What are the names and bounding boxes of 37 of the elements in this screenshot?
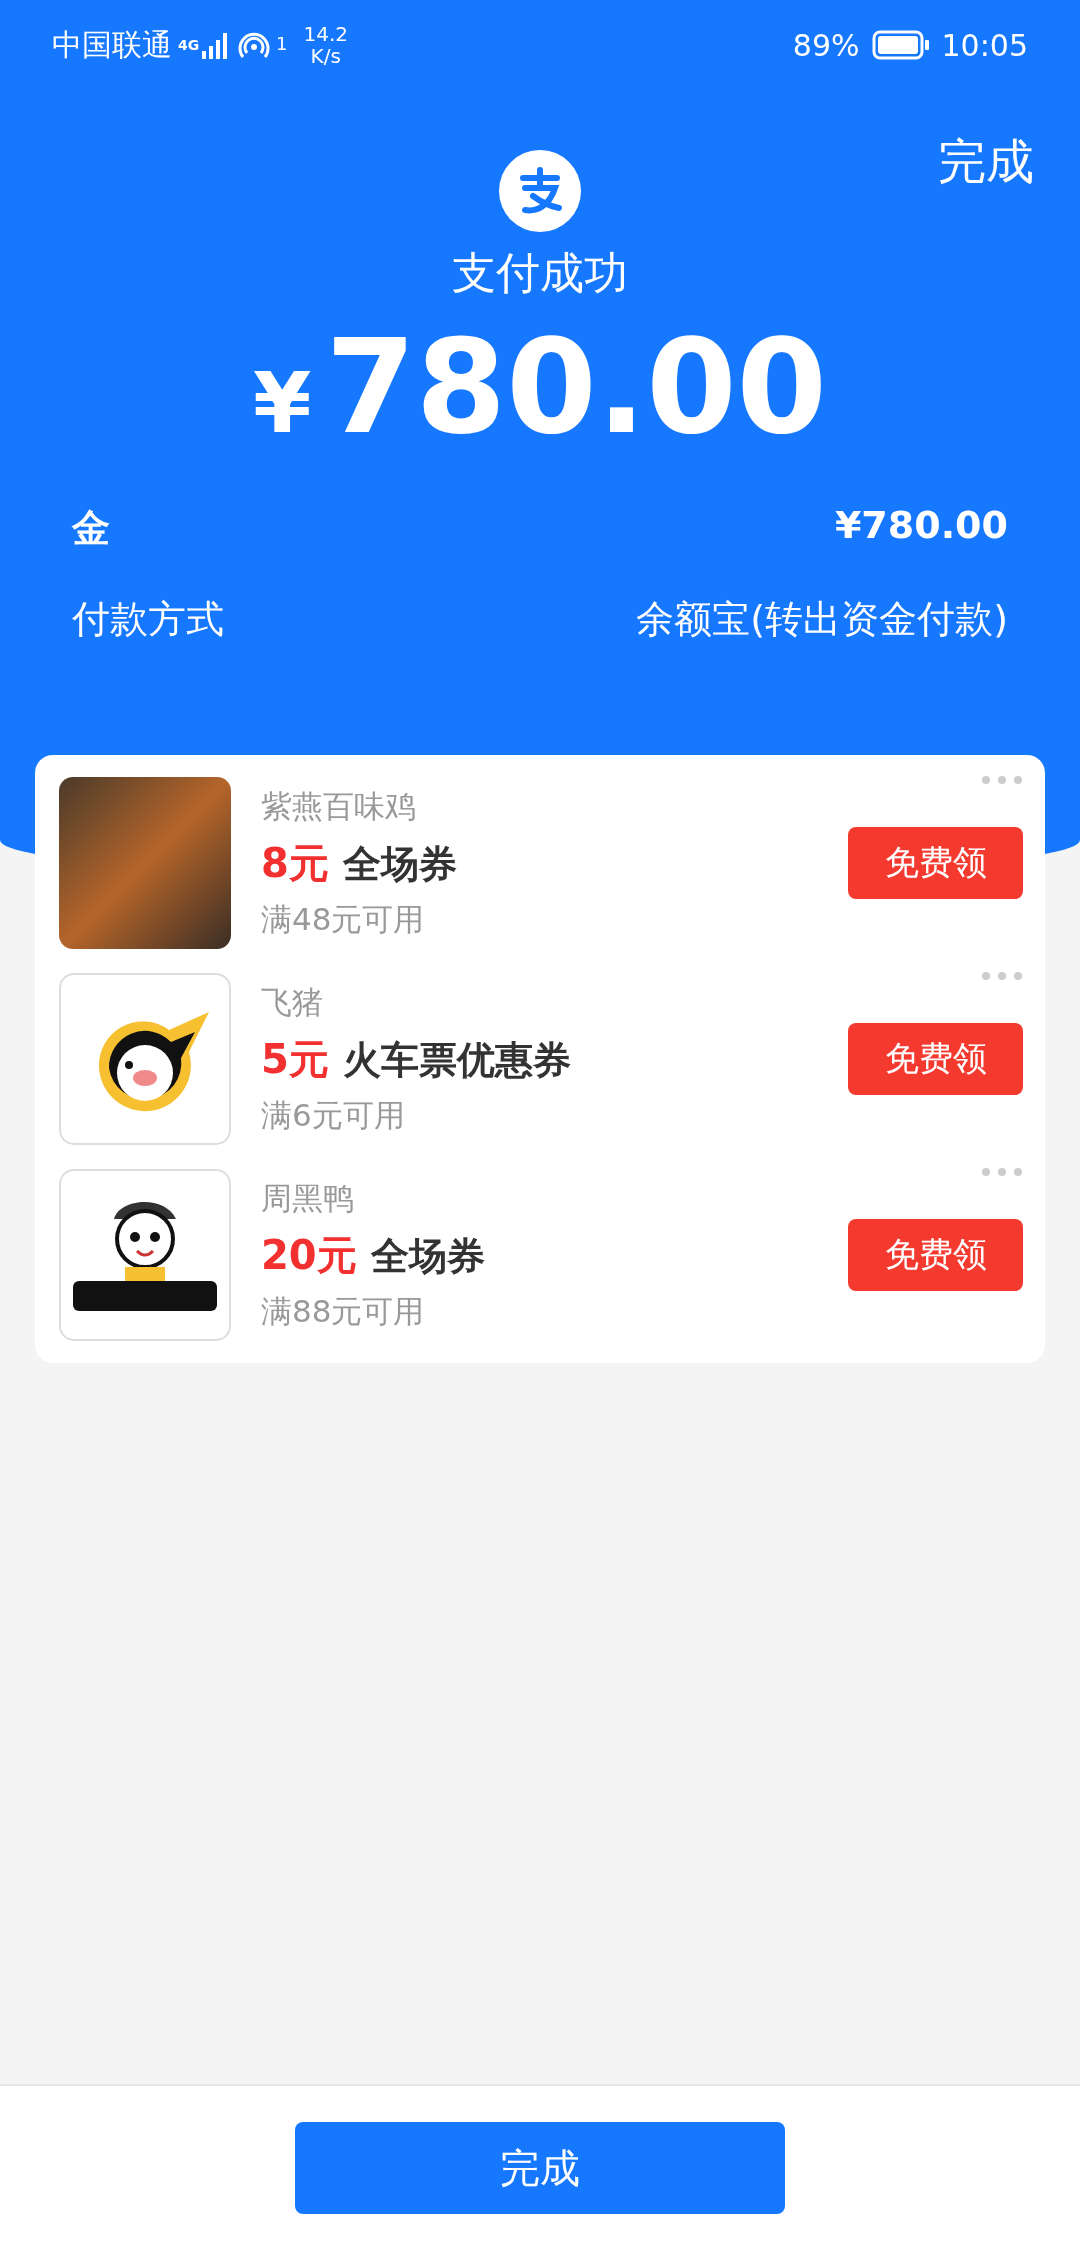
hotspot-count: 1 bbox=[276, 33, 288, 54]
more-icon[interactable] bbox=[981, 971, 1023, 981]
pig-logo-icon bbox=[59, 973, 231, 1145]
coupon-condition: 满88元可用 bbox=[261, 1291, 426, 1331]
more-icon[interactable] bbox=[981, 775, 1023, 785]
coupon-value: 8元 bbox=[261, 838, 329, 888]
carrier-name: 中国联通 bbox=[52, 25, 172, 64]
merchant-name: 飞猪 bbox=[261, 982, 324, 1022]
merchant-name: 周黑鸭 bbox=[261, 1178, 355, 1218]
battery-icon bbox=[871, 30, 930, 60]
battery-percent: 89% bbox=[792, 27, 860, 63]
detail-value: ¥780.00 bbox=[834, 503, 1008, 549]
claim-button[interactable]: 免费领 bbox=[848, 827, 1023, 899]
coupon-value: 20元 bbox=[261, 1230, 357, 1280]
merchant-name: 紫燕百味鸡 bbox=[261, 786, 417, 826]
coupon-condition: 满6元可用 bbox=[261, 1095, 406, 1135]
cartoon-boy-logo-icon bbox=[59, 1169, 231, 1341]
coupon-title: 全场券 bbox=[370, 1232, 485, 1280]
detail-label: 金 bbox=[72, 505, 110, 552]
speed-unit: K/s bbox=[310, 45, 341, 67]
more-icon[interactable] bbox=[981, 1167, 1023, 1177]
alipay-logo-icon bbox=[499, 150, 581, 232]
coupon-title: 火车票优惠券 bbox=[342, 1036, 571, 1084]
payment-status: 支付成功 bbox=[452, 246, 628, 300]
coupon-value: 5元 bbox=[261, 1034, 329, 1084]
done-button[interactable]: 完成 bbox=[938, 130, 1034, 194]
detail-label: 付款方式 bbox=[72, 596, 224, 643]
payment-amount: 780.00 bbox=[325, 311, 828, 463]
network-speed: 14.2 bbox=[303, 23, 348, 45]
claim-button[interactable]: 免费领 bbox=[848, 1219, 1023, 1291]
clock: 10:05 bbox=[941, 27, 1028, 63]
detail-value: 余额宝(转出资金付款) bbox=[636, 596, 1008, 643]
claim-button[interactable]: 免费领 bbox=[848, 1023, 1023, 1095]
currency-symbol: ¥ bbox=[252, 354, 312, 452]
coupon-condition: 满48元可用 bbox=[261, 899, 426, 939]
finish-button[interactable]: 完成 bbox=[295, 2122, 785, 2214]
coupon-title: 全场券 bbox=[342, 840, 457, 888]
